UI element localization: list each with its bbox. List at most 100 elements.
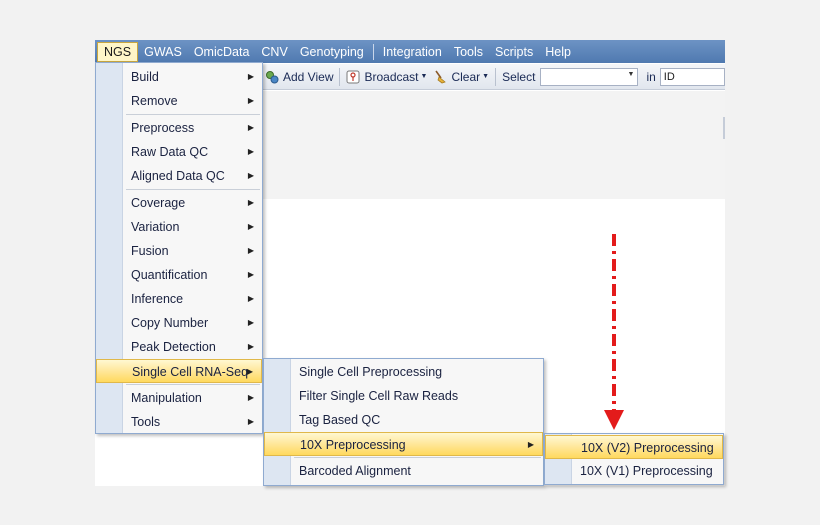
- menu-ngs[interactable]: NGS: [97, 41, 139, 62]
- menu-item-label: Build: [131, 70, 159, 84]
- toolbar: Add View Broadcast ▼ Clear ▼ Select ▼ in…: [260, 64, 725, 90]
- menu-divider: [294, 457, 541, 458]
- menu-item-label: Quantification: [131, 268, 208, 282]
- annotation-arrow-icon: [604, 234, 624, 430]
- broadcast-icon: [346, 70, 360, 83]
- menu-item-copy-number[interactable]: Copy Number ▶: [96, 311, 262, 335]
- menu-item-variation[interactable]: Variation ▶: [96, 215, 262, 239]
- menu-item-coverage[interactable]: Coverage ▶: [96, 191, 262, 215]
- broadcast-button[interactable]: Broadcast ▼: [343, 67, 430, 87]
- menu-item-label: Single Cell Preprocessing: [299, 365, 443, 379]
- menu-item-10x-preprocessing[interactable]: 10X Preprocessing ▶: [264, 432, 543, 456]
- submenu-arrow-icon: ▶: [527, 440, 534, 449]
- menu-divider: [126, 384, 260, 385]
- chevron-down-icon: ▼: [627, 70, 635, 78]
- submenu-arrow-icon: ▶: [247, 198, 254, 207]
- clear-button[interactable]: Clear ▼: [430, 67, 492, 87]
- menu-separator: [372, 43, 374, 60]
- panel-scroll-marker: [723, 117, 725, 139]
- menu-item-label: Fusion: [131, 244, 169, 258]
- menu-tools[interactable]: Tools: [448, 42, 489, 62]
- clear-dropdown-icon: ▼: [482, 73, 490, 80]
- add-view-label: Add View: [283, 69, 334, 84]
- clear-label: Clear: [451, 69, 481, 84]
- menu-item-tag-based-qc[interactable]: Tag Based QC: [264, 408, 543, 432]
- menu-item-10x-v1-preprocessing[interactable]: 10X (V1) Preprocessing: [545, 459, 723, 483]
- menu-cnv[interactable]: CNV: [255, 42, 293, 62]
- menu-item-10x-v2-preprocessing[interactable]: 10X (V2) Preprocessing: [545, 435, 723, 459]
- submenu-arrow-icon: ▶: [247, 72, 254, 81]
- select-dropdown[interactable]: ▼: [540, 67, 639, 86]
- single-cell-submenu: Single Cell Preprocessing Filter Single …: [263, 358, 544, 486]
- menu-item-aligned-data-qc[interactable]: Aligned Data QC ▶: [96, 164, 262, 188]
- submenu-arrow-icon: ▶: [247, 342, 254, 351]
- menu-item-label: Peak Detection: [131, 340, 216, 354]
- add-view-icon: [266, 70, 279, 83]
- broom-icon: [435, 70, 447, 83]
- toolbar-separator: [495, 67, 497, 86]
- menu-item-label: Tools: [131, 415, 161, 429]
- menu-item-label: 10X (V1) Preprocessing: [580, 464, 713, 478]
- submenu-arrow-icon: ▶: [247, 96, 254, 105]
- toolbar-separator: [339, 67, 341, 86]
- menu-item-inference[interactable]: Inference ▶: [96, 287, 262, 311]
- menu-item-build[interactable]: Build ▶: [96, 65, 262, 89]
- menu-help[interactable]: Help: [539, 42, 577, 62]
- menu-item-label: Single Cell RNA-Seq: [132, 365, 249, 379]
- submenu-arrow-icon: ▶: [247, 123, 254, 132]
- menu-item-barcoded-alignment[interactable]: Barcoded Alignment: [264, 459, 543, 483]
- submenu-arrow-icon: ▶: [247, 246, 254, 255]
- broadcast-dropdown-icon: ▼: [420, 73, 428, 80]
- submenu-arrow-icon: ▶: [247, 318, 254, 327]
- submenu-arrow-icon: ▶: [247, 417, 254, 426]
- menu-item-filter-single-cell-raw-reads[interactable]: Filter Single Cell Raw Reads: [264, 384, 543, 408]
- submenu-arrow-icon: ▶: [246, 367, 253, 376]
- submenu-arrow-icon: ▶: [247, 270, 254, 279]
- menu-scripts[interactable]: Scripts: [489, 42, 539, 62]
- menu-item-label: Coverage: [131, 196, 186, 210]
- ngs-menu: Build ▶ Remove ▶ Preprocess ▶ Raw Data QC ▶ …: [95, 62, 263, 434]
- menu-item-preprocess[interactable]: Preprocess ▶: [96, 116, 262, 140]
- menu-genotyping[interactable]: Genotyping: [294, 42, 370, 62]
- menu-item-label: 10X (V2) Preprocessing: [581, 441, 714, 455]
- menu-item-single-cell-rna-seq[interactable]: Single Cell RNA-Seq ▶: [96, 359, 262, 383]
- menu-item-label: Tag Based QC: [299, 413, 381, 427]
- menu-omicdata[interactable]: OmicData: [188, 42, 256, 62]
- menu-item-label: Barcoded Alignment: [299, 464, 411, 478]
- menu-item-manipulation[interactable]: Manipulation ▶: [96, 386, 262, 410]
- menu-item-label: Inference: [131, 292, 184, 306]
- menu-item-label: Preprocess: [131, 121, 195, 135]
- submenu-arrow-icon: ▶: [247, 393, 254, 402]
- add-view-button[interactable]: Add View: [262, 67, 336, 87]
- menu-item-peak-detection[interactable]: Peak Detection ▶: [96, 335, 262, 359]
- submenu-arrow-icon: ▶: [247, 222, 254, 231]
- menu-item-tools[interactable]: Tools ▶: [96, 410, 262, 434]
- id-field[interactable]: ID: [659, 67, 725, 86]
- menu-item-label: Copy Number: [131, 316, 209, 330]
- menu-item-label: Raw Data QC: [131, 145, 209, 159]
- submenu-arrow-icon: ▶: [247, 294, 254, 303]
- select-label: Select: [502, 69, 536, 84]
- menu-item-label: Manipulation: [131, 391, 202, 405]
- menu-divider: [126, 114, 260, 115]
- submenu-arrow-icon: ▶: [247, 171, 254, 180]
- menu-divider: [126, 189, 260, 190]
- menu-item-label: 10X Preprocessing: [300, 438, 406, 452]
- menu-item-label: Filter Single Cell Raw Reads: [299, 389, 459, 403]
- submenu-arrow-icon: ▶: [247, 147, 254, 156]
- menu-bar: NGS GWAS OmicData CNV Genotyping Integra…: [95, 40, 725, 63]
- menu-item-label: Remove: [131, 94, 178, 108]
- menu-item-single-cell-preprocessing[interactable]: Single Cell Preprocessing: [264, 360, 543, 384]
- menu-integration[interactable]: Integration: [377, 42, 448, 62]
- broadcast-label: Broadcast: [364, 69, 419, 84]
- menu-item-quantification[interactable]: Quantification ▶: [96, 263, 262, 287]
- view-header-panel: [260, 91, 725, 199]
- menu-item-raw-data-qc[interactable]: Raw Data QC ▶: [96, 140, 262, 164]
- menu-item-label: Variation: [131, 220, 180, 234]
- menu-gwas[interactable]: GWAS: [138, 42, 188, 62]
- menu-item-label: Aligned Data QC: [131, 169, 225, 183]
- menu-item-remove[interactable]: Remove ▶: [96, 89, 262, 113]
- tenx-submenu: 10X (V2) Preprocessing 10X (V1) Preproce…: [544, 433, 724, 485]
- in-label: in: [646, 69, 656, 84]
- menu-item-fusion[interactable]: Fusion ▶: [96, 239, 262, 263]
